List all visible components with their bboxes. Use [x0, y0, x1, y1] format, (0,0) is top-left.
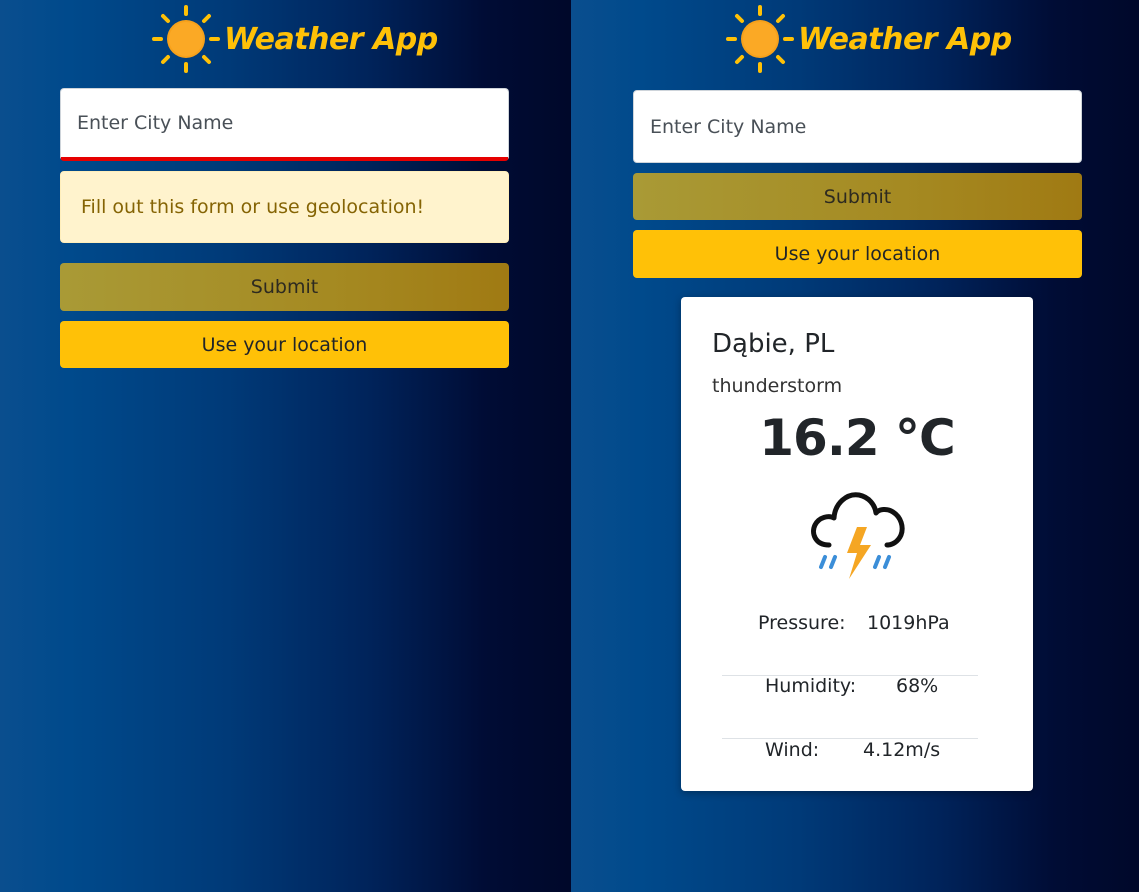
submit-button[interactable]: Submit	[633, 173, 1082, 220]
wind-row: Wind: 4.12m/s	[722, 739, 978, 802]
use-location-label: Use your location	[774, 243, 941, 265]
thunderstorm-icon	[811, 492, 905, 579]
humidity-row: Humidity: 68%	[722, 675, 978, 739]
pressure-row: Pressure: 1019hPa	[722, 612, 978, 676]
validation-alert: Fill out this form or use geolocation!	[60, 171, 509, 243]
sun-icon	[152, 5, 220, 73]
alert-text: Fill out this form or use geolocation!	[81, 196, 425, 218]
use-location-button[interactable]: Use your location	[60, 321, 509, 368]
sun-icon	[726, 5, 794, 73]
use-location-label: Use your location	[201, 333, 368, 356]
humidity-label: Humidity:	[765, 675, 857, 697]
app-title: Weather App	[224, 21, 438, 57]
city-search-placeholder: Enter City Name	[77, 112, 234, 134]
city-search-input[interactable]: Enter City Name	[633, 90, 1082, 163]
pressure-value: 1019hPa	[867, 612, 950, 634]
city-search-placeholder: Enter City Name	[650, 115, 807, 138]
temperature: 16.2 °C	[759, 409, 955, 467]
app-title: Weather App	[798, 21, 1012, 57]
app-header: Weather App	[724, 2, 1012, 76]
pressure-label: Pressure:	[758, 612, 846, 634]
weather-card: Dąbie, PL thunderstorm 16.2 °C Pressure:…	[681, 297, 1033, 791]
submit-button-label: Submit	[823, 185, 892, 208]
wind-value: 4.12m/s	[863, 739, 941, 761]
wind-label: Wind:	[765, 739, 820, 761]
city-search-input[interactable]: Enter City Name	[60, 88, 509, 161]
weather-description: thunderstorm	[712, 375, 843, 397]
humidity-value: 68%	[896, 675, 939, 697]
submit-button-label: Submit	[250, 276, 319, 298]
submit-button[interactable]: Submit	[60, 263, 509, 311]
use-location-button[interactable]: Use your location	[633, 230, 1082, 278]
city-name: Dąbie, PL	[712, 329, 835, 359]
app-header: Weather App	[150, 2, 438, 76]
